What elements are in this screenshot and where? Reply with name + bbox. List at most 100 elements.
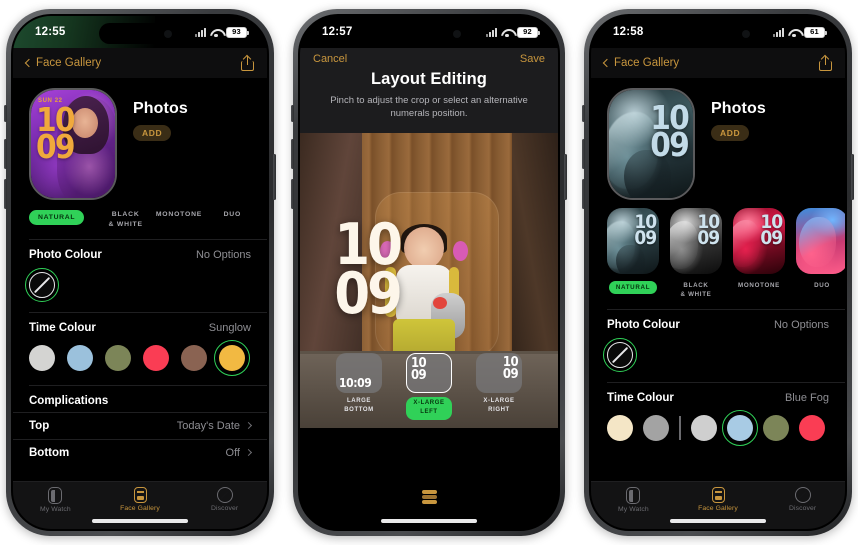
volume-up-button[interactable] xyxy=(582,139,585,169)
back-label: Face Gallery xyxy=(36,57,102,69)
tab-discover[interactable]: Discover xyxy=(182,487,267,512)
phone-1-content: SUN 22 10 09 Photos ADD NATURAL BLACK & … xyxy=(13,78,267,466)
colour-swatch[interactable] xyxy=(798,414,825,441)
crop-preview-area[interactable]: 10 09 10:09 LARGE BOTTOM 10 09 X-LARGE L… xyxy=(300,132,558,428)
volume-down-button[interactable] xyxy=(582,179,585,209)
style-tab-monotone[interactable]: MONOTONE xyxy=(152,210,205,220)
mute-switch[interactable] xyxy=(4,105,7,122)
mute-switch[interactable] xyxy=(582,105,585,122)
mute-switch[interactable] xyxy=(291,105,294,122)
front-camera-icon xyxy=(742,29,750,38)
no-colour-slash-icon[interactable] xyxy=(25,267,59,302)
mini-face-duo xyxy=(796,208,845,274)
photo-colour-swatches xyxy=(13,267,267,312)
gallery-item-monotone[interactable]: 10 09 MONOTONE xyxy=(733,208,785,290)
face-gallery-icon xyxy=(711,487,725,503)
layout-caption: LARGE BOTTOM xyxy=(344,397,374,413)
complication-top-value-group: Today's Date xyxy=(177,420,253,432)
dynamic-island xyxy=(388,23,470,44)
no-colour-slash-icon[interactable] xyxy=(603,337,637,372)
back-button[interactable]: Face Gallery xyxy=(602,57,679,69)
colour-swatch[interactable] xyxy=(607,414,633,441)
edit-actions: Cancel Save xyxy=(313,53,545,65)
layout-option-xlarge-left[interactable]: 10 09 X-LARGE LEFT xyxy=(401,352,457,420)
battery-icon: 93 xyxy=(226,26,249,38)
home-indicator[interactable] xyxy=(670,519,766,523)
tab-my-watch[interactable]: My Watch xyxy=(13,487,98,513)
layout-option-xlarge-right[interactable]: 10 09 X-LARGE RIGHT xyxy=(471,352,527,415)
share-icon[interactable] xyxy=(819,55,832,71)
wifi-icon xyxy=(788,28,800,38)
style-gallery-row: 10 09 NATURAL 10 09 BLACK & WHITE 10 09 … xyxy=(591,200,845,300)
home-indicator[interactable] xyxy=(92,519,188,523)
tab-face-gallery[interactable]: Face Gallery xyxy=(676,487,761,512)
photo-colour-row: Photo Colour No Options xyxy=(13,240,267,268)
colour-swatch[interactable] xyxy=(181,344,207,371)
power-button[interactable] xyxy=(851,154,854,200)
volume-down-button[interactable] xyxy=(291,179,294,209)
layout-option-large-bottom[interactable]: 10:09 LARGE BOTTOM xyxy=(331,352,387,415)
colour-swatch[interactable] xyxy=(690,414,717,441)
discover-compass-icon xyxy=(794,487,811,503)
phone-2-bezel: 12:57 92 Cancel Save Layout Editing Pinc… xyxy=(298,14,560,531)
style-tab-strip: NATURAL BLACK & WHITE MONOTONE DUO xyxy=(13,200,267,239)
face-time: 10 09 xyxy=(650,98,690,165)
watch-face-preview[interactable]: 10 09 xyxy=(607,88,695,200)
power-button[interactable] xyxy=(273,154,276,200)
add-button[interactable]: ADD xyxy=(133,125,172,141)
complication-row-bottom[interactable]: Bottom Off xyxy=(13,438,267,466)
time-colour-swatches xyxy=(591,409,845,455)
screenshot-stage: 12:55 93 Face Gallery SUN 22 10 09 Photo… xyxy=(0,0,858,545)
gallery-item-duo[interactable]: DUO xyxy=(796,208,845,290)
gallery-caption: DUO xyxy=(814,282,830,289)
home-indicator[interactable] xyxy=(381,519,477,523)
cancel-button[interactable]: Cancel xyxy=(313,53,347,65)
nav-bar: Face Gallery xyxy=(13,48,267,78)
battery-level: 92 xyxy=(523,27,532,37)
colour-swatch[interactable] xyxy=(762,414,789,441)
swatch-divider xyxy=(679,415,681,440)
colour-swatch[interactable] xyxy=(29,344,55,371)
wifi-icon xyxy=(210,28,222,38)
battery-level: 61 xyxy=(810,27,819,37)
layout-caption: X-LARGE RIGHT xyxy=(483,397,515,413)
phone-2-screen: 12:57 92 Cancel Save Layout Editing Pinc… xyxy=(300,16,558,529)
tab-discover[interactable]: Discover xyxy=(760,487,845,512)
photo-colour-value: No Options xyxy=(195,248,251,261)
stack-layers-icon[interactable] xyxy=(421,490,437,504)
colour-swatch[interactable] xyxy=(67,344,93,371)
power-button[interactable] xyxy=(564,154,567,200)
phone-1: 12:55 93 Face Gallery SUN 22 10 09 Photo… xyxy=(4,9,276,536)
tab-my-watch[interactable]: My Watch xyxy=(591,487,676,513)
colour-swatch[interactable] xyxy=(214,339,250,376)
complication-bottom-label: Bottom xyxy=(29,446,70,459)
gallery-item-black-and-white[interactable]: 10 09 BLACK & WHITE xyxy=(670,208,722,300)
layout-options: 10:09 LARGE BOTTOM 10 09 X-LARGE LEFT 10… xyxy=(300,352,558,420)
complication-row-top[interactable]: Top Today's Date xyxy=(13,411,267,439)
style-tab-natural[interactable]: NATURAL xyxy=(29,210,99,225)
volume-down-button[interactable] xyxy=(4,179,7,209)
chevron-right-icon xyxy=(244,449,253,457)
mini-face-natural: 10 09 xyxy=(607,208,659,274)
back-button[interactable]: Face Gallery xyxy=(24,57,102,69)
colour-swatch[interactable] xyxy=(143,344,169,371)
watch-face-preview[interactable]: SUN 22 10 09 xyxy=(29,88,117,200)
layout-thumb-time: 10 09 xyxy=(411,355,427,383)
colour-swatch[interactable] xyxy=(721,409,758,446)
battery-icon: 61 xyxy=(804,26,827,38)
volume-up-button[interactable] xyxy=(4,139,7,169)
colour-swatch[interactable] xyxy=(643,414,669,441)
status-time: 12:57 xyxy=(322,26,353,38)
volume-up-button[interactable] xyxy=(291,139,294,169)
save-button[interactable]: Save xyxy=(520,53,545,65)
tab-face-gallery[interactable]: Face Gallery xyxy=(98,487,183,512)
style-tab-black-and-white[interactable]: BLACK & WHITE xyxy=(99,210,152,230)
colour-swatch[interactable] xyxy=(105,344,131,371)
time-colour-value: Sunglow xyxy=(208,321,251,334)
share-icon[interactable] xyxy=(241,55,254,71)
dynamic-island xyxy=(99,23,181,44)
style-tab-duo[interactable]: DUO xyxy=(206,210,259,220)
add-button[interactable]: ADD xyxy=(711,125,750,141)
dynamic-island xyxy=(677,23,759,44)
gallery-item-natural[interactable]: 10 09 NATURAL xyxy=(607,208,659,295)
